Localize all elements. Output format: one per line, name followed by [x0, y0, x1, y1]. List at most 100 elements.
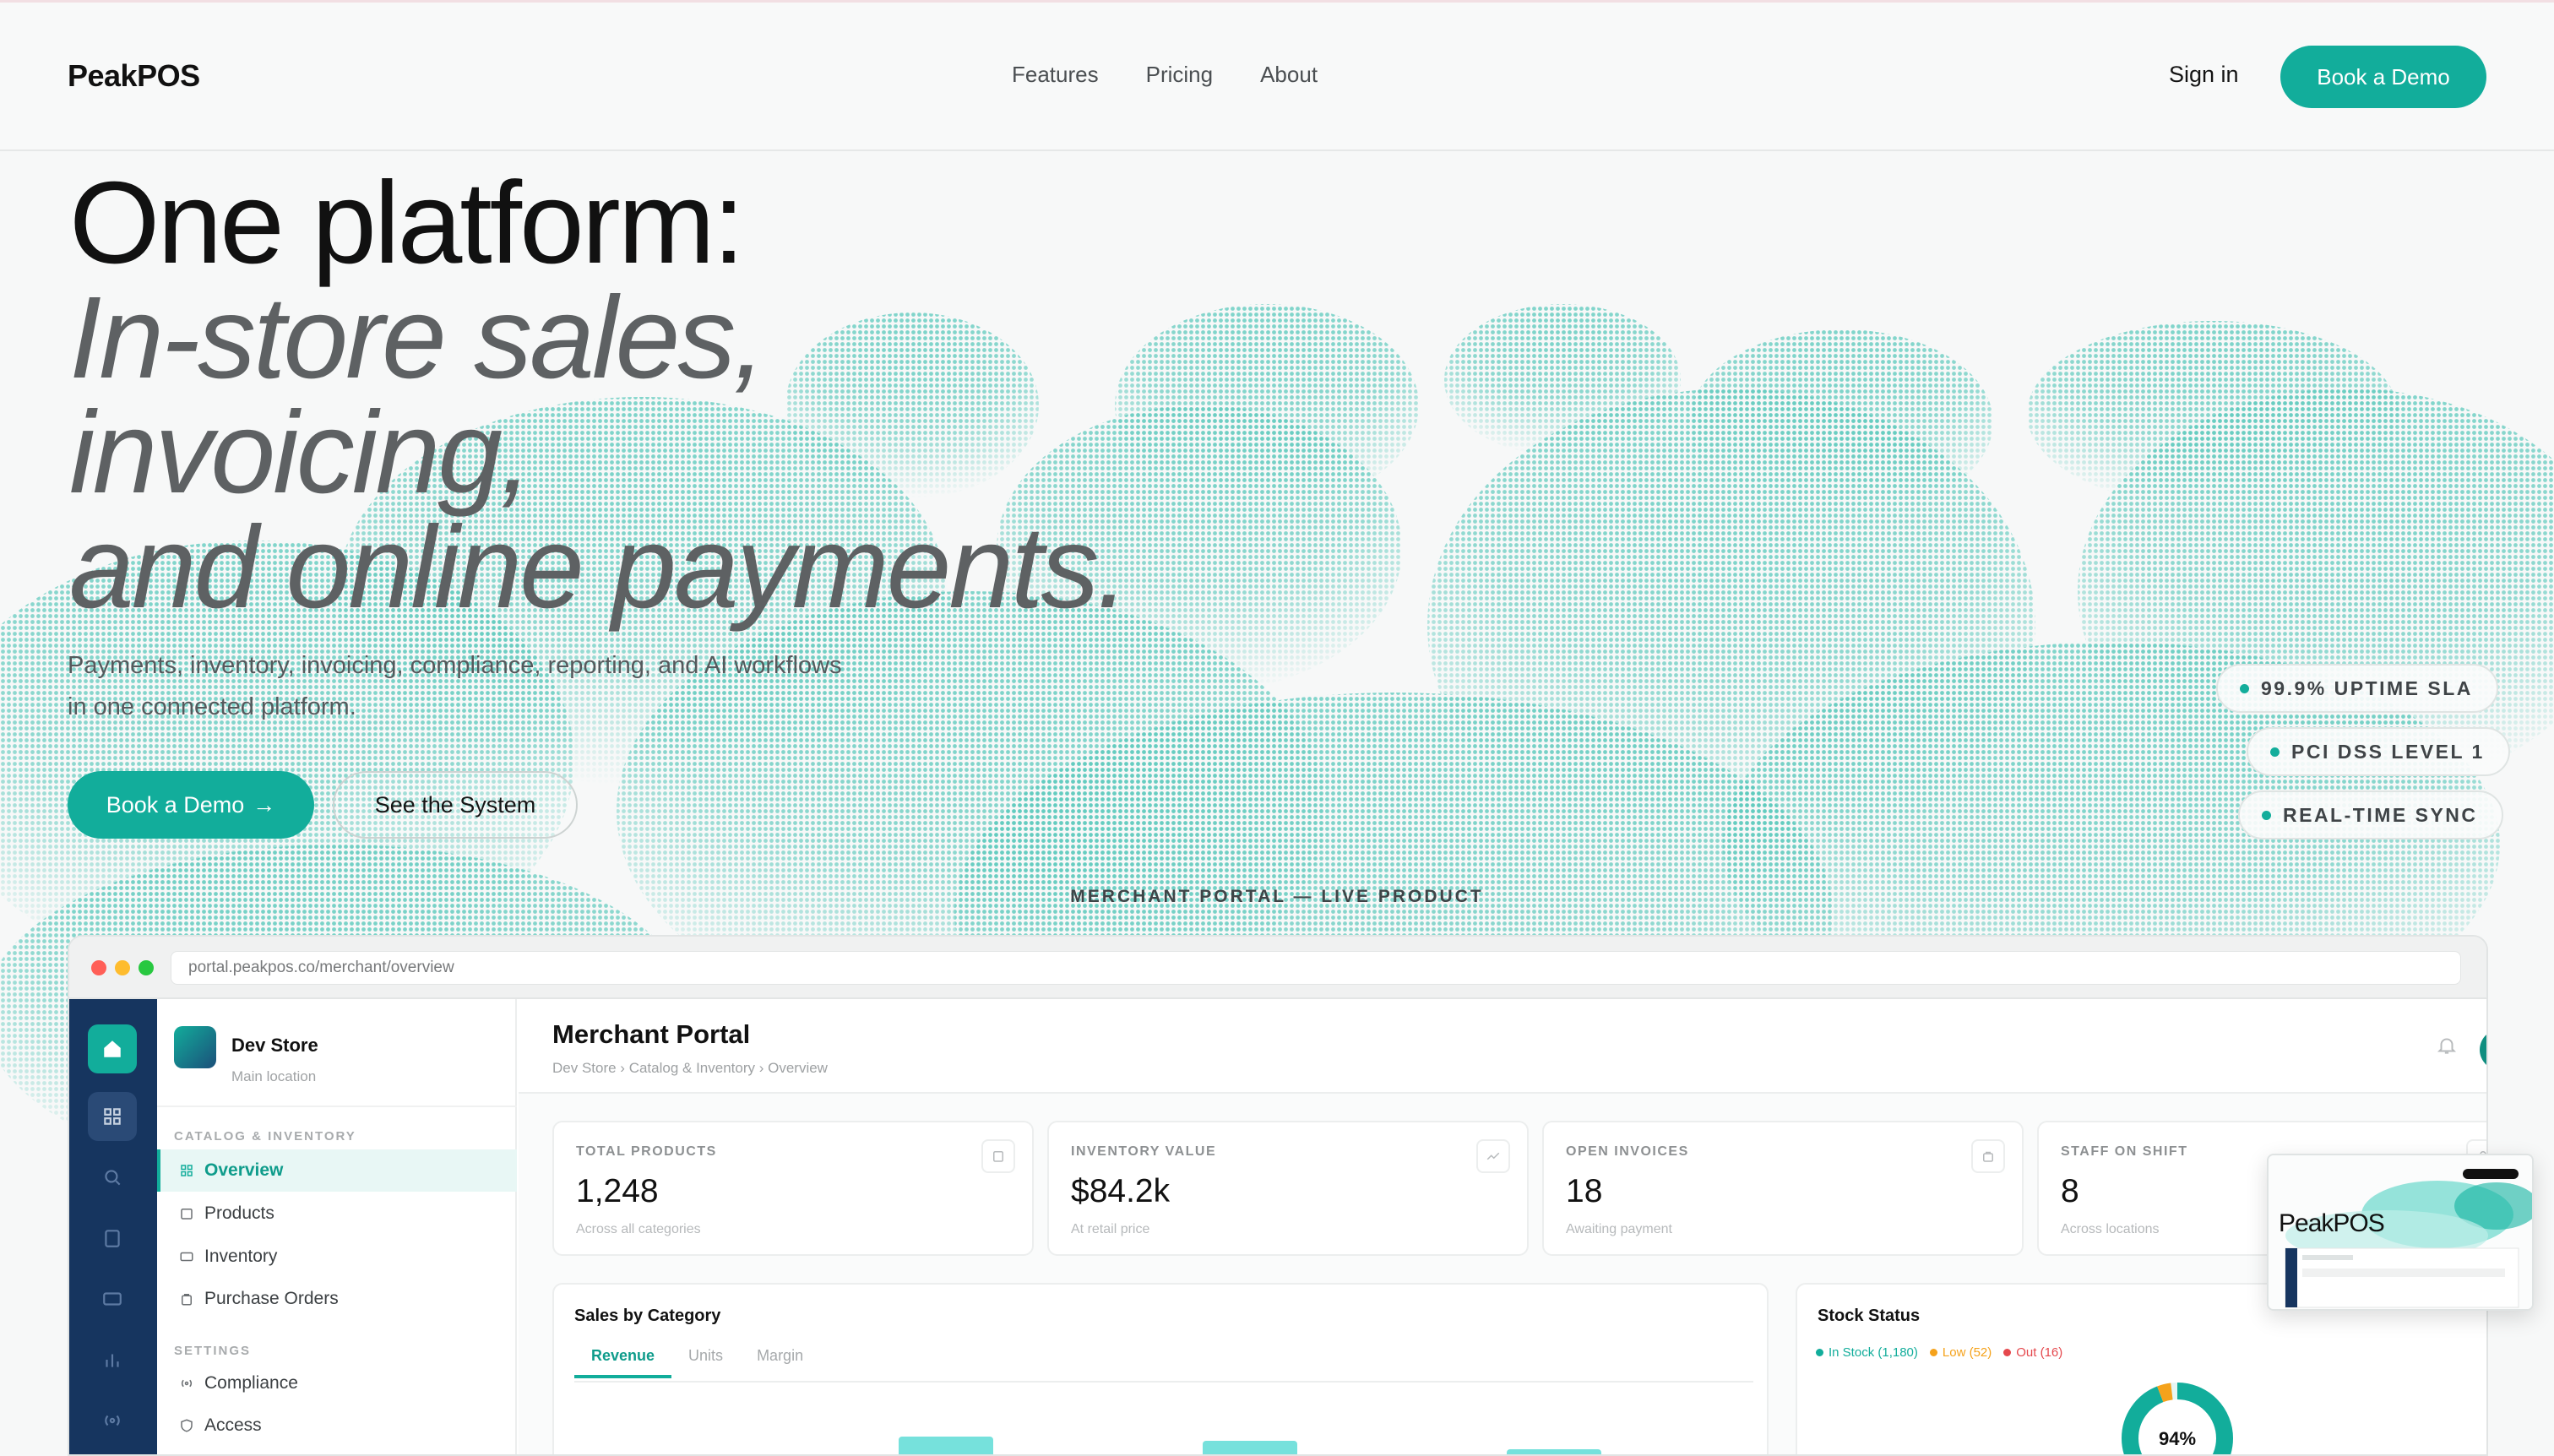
address-bar[interactable]: portal.peakpos.co/merchant/overview [171, 951, 2461, 985]
mini-site-preview[interactable]: PeakPOS [2267, 1154, 2534, 1311]
legend-low: Low (52) [1929, 1345, 1992, 1360]
stock-legend: In Stock (1,180) Low (52) Out (16) [1816, 1345, 2062, 1360]
grid-icon[interactable] [88, 1092, 137, 1141]
sidebar-item-label: Products [204, 1203, 274, 1223]
kpi-label: OPEN INVOICES [1566, 1144, 1689, 1159]
sidebar-item-label: Access [204, 1415, 262, 1435]
sidebar-item-label: Overview [204, 1160, 284, 1180]
nav-links: Features Pricing About [1012, 62, 1318, 88]
search-icon[interactable] [88, 1153, 137, 1202]
sales-bar-chart [574, 1383, 1753, 1454]
store-name[interactable]: Dev Store [231, 1035, 318, 1057]
browser-chrome: portal.peakpos.co/merchant/overview [69, 937, 2486, 999]
brand-logo[interactable]: PeakPOS [68, 58, 200, 94]
card-icon [180, 1252, 193, 1262]
bar-chart-icon[interactable] [88, 1335, 137, 1384]
badge-sync: REAL-TIME SYNC [2238, 790, 2503, 839]
legend-dot-icon [1929, 1349, 1937, 1356]
sidebar-item-products[interactable]: Products [157, 1193, 517, 1235]
sidebar-item-label: Inventory [204, 1247, 278, 1266]
badge-sync-label: REAL-TIME SYNC [2283, 803, 2478, 826]
sidebar-item-inventory[interactable]: Inventory [157, 1236, 517, 1278]
hero-headline: One platform: In-store sales, invoicing,… [69, 165, 1129, 626]
avatar[interactable]: LA [2480, 1030, 2486, 1070]
chart-tabs: Revenue Units Margin [574, 1347, 820, 1378]
kpi-label: STAFF ON SHIFT [2061, 1144, 2188, 1159]
badge-pci: PCI DSS LEVEL 1 [2247, 727, 2510, 776]
mini-brand: PeakPOS [2279, 1209, 2385, 1237]
box-icon [981, 1139, 1015, 1173]
nav-link-features[interactable]: Features [1012, 62, 1099, 88]
sidebar-item-label: Compliance [204, 1373, 298, 1393]
kpi-value: 1,248 [576, 1173, 659, 1209]
kpi-card-products: TOTAL PRODUCTS 1,248 Across all categori… [552, 1121, 1034, 1256]
breadcrumb[interactable]: Dev Store › Catalog & Inventory › Overvi… [552, 1060, 828, 1077]
kpi-label: TOTAL PRODUCTS [576, 1144, 717, 1159]
sidebar-item-label: Purchase Orders [204, 1289, 339, 1308]
sales-bar[interactable] [899, 1437, 993, 1454]
kpi-subtext: Across locations [2061, 1222, 2160, 1236]
legend-in-stock: In Stock (1,180) [1816, 1345, 1918, 1360]
sales-bar[interactable] [1507, 1449, 1601, 1454]
clipboard-icon[interactable] [88, 1214, 137, 1263]
kpi-card-inventory-value: INVENTORY VALUE $84.2k At retail price [1047, 1121, 1529, 1256]
sidebar-item-purchase-orders[interactable]: Purchase Orders [157, 1278, 517, 1320]
tab-units[interactable]: Units [671, 1347, 740, 1378]
icon-rail [69, 999, 157, 1454]
card-icon[interactable] [88, 1274, 137, 1323]
tab-margin[interactable]: Margin [740, 1347, 820, 1378]
broadcast-icon[interactable] [88, 1396, 137, 1445]
kpi-subtext: Awaiting payment [1566, 1222, 1672, 1236]
legend-out: Out (16) [2003, 1345, 2062, 1360]
grid-icon [181, 1165, 193, 1176]
kpi-card-open-invoices: OPEN INVOICES 18 Awaiting payment [1542, 1121, 2024, 1256]
home-icon[interactable] [88, 1024, 137, 1073]
top-navigation: PeakPOS Features Pricing About Sign in B… [0, 3, 2554, 151]
bag-icon [1971, 1139, 2005, 1173]
minimize-window-icon[interactable] [115, 960, 130, 975]
book-demo-button-hero[interactable]: Book a Demo → [68, 771, 314, 839]
close-window-icon[interactable] [91, 960, 106, 975]
hero-subtitle: Payments, inventory, invoicing, complian… [68, 652, 842, 720]
kpi-value: 8 [2061, 1173, 2079, 1209]
status-dot-icon [2262, 810, 2271, 820]
sidebar-item-overview[interactable]: Overview [157, 1149, 517, 1192]
legend-dot-icon [1816, 1349, 1823, 1356]
status-dot-icon [2270, 747, 2280, 757]
sidebar-item-compliance[interactable]: Compliance [157, 1362, 517, 1404]
nav-link-about[interactable]: About [1260, 62, 1318, 88]
section-label-settings: SETTINGS [174, 1344, 252, 1358]
book-demo-button-nav[interactable]: Book a Demo [2280, 46, 2486, 108]
section-label-catalog: CATALOG & INVENTORY [174, 1129, 356, 1144]
nav-link-pricing[interactable]: Pricing [1146, 62, 1213, 88]
browser-window: portal.peakpos.co/merchant/overview Dev … [68, 935, 2488, 1456]
hero-headline-line2: In-store sales, [69, 273, 766, 403]
card-title: Stock Status [1818, 1307, 1921, 1325]
legend-label: In Stock (1,180) [1829, 1345, 1918, 1360]
badge-pci-label: PCI DSS LEVEL 1 [2291, 740, 2485, 763]
sidebar-item-access[interactable]: Access [157, 1404, 517, 1447]
card-title: Sales by Category [574, 1307, 721, 1325]
box-icon [181, 1209, 193, 1220]
book-demo-label: Book a Demo [106, 791, 245, 818]
arrow-right-icon: → [253, 791, 276, 818]
donut-percent: 94% [2159, 1428, 2196, 1449]
see-system-button[interactable]: See the System [333, 771, 578, 839]
kpi-subtext: At retail price [1071, 1222, 1150, 1236]
tab-revenue[interactable]: Revenue [574, 1347, 672, 1378]
hero-headline-line3: invoicing, [69, 388, 532, 518]
badge-uptime-label: 99.9% UPTIME SLA [2261, 676, 2473, 699]
sign-in-link[interactable]: Sign in [2169, 62, 2239, 88]
portal-caption: MERCHANT PORTAL — LIVE PRODUCT [1070, 887, 1484, 906]
maximize-window-icon[interactable] [139, 960, 154, 975]
divider [157, 1106, 517, 1107]
sales-by-category-card: Sales by Category Revenue Units Margin [552, 1283, 1769, 1454]
trend-up-icon [1476, 1139, 1510, 1173]
kpi-value: 18 [1566, 1173, 1603, 1209]
bell-icon[interactable] [2436, 1035, 2458, 1061]
stock-donut-chart: 94% [2122, 1383, 2233, 1454]
sales-bar[interactable] [1203, 1441, 1297, 1454]
hero-headline-line1: One platform: [69, 158, 745, 288]
badge-uptime: 99.9% UPTIME SLA [2216, 664, 2498, 713]
bag-icon [182, 1294, 192, 1306]
